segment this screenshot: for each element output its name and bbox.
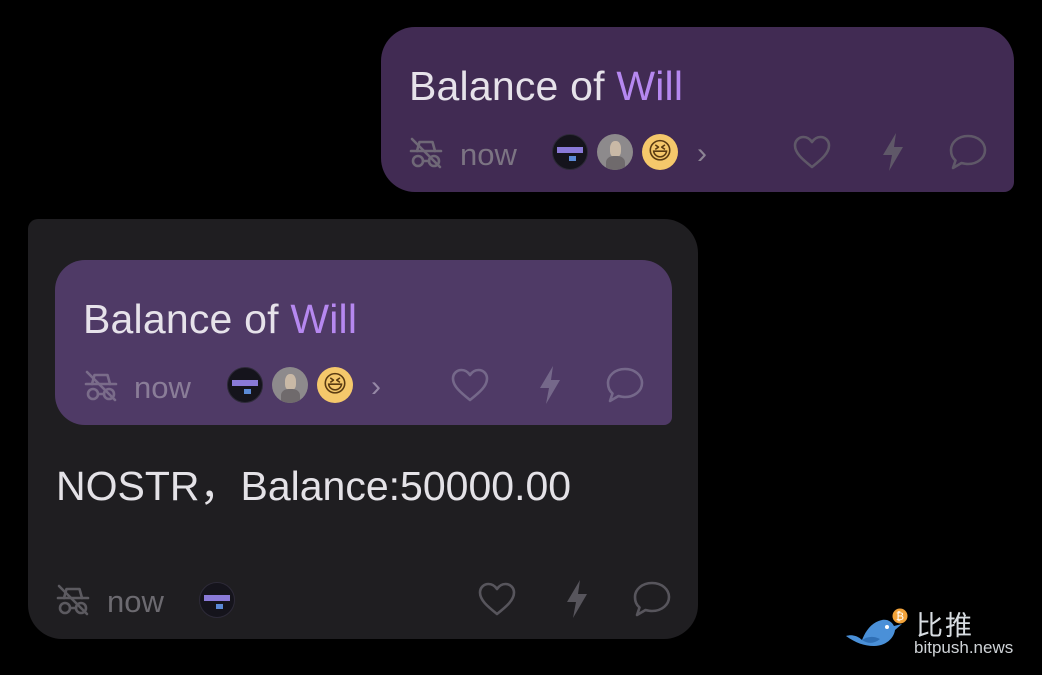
mention-link[interactable]: Will bbox=[616, 63, 683, 109]
message-body-text: NOSTR，Balance:50000.00 bbox=[56, 463, 572, 509]
bitpush-watermark: ₿ 比推 bitpush.news bbox=[842, 604, 1032, 664]
chat-bubble-icon[interactable] bbox=[631, 578, 673, 620]
chat-bubble-icon[interactable] bbox=[604, 364, 646, 406]
message-time: now bbox=[107, 584, 164, 619]
dark-banner-avatar[interactable] bbox=[199, 582, 235, 618]
reaction-avatars[interactable]: 😆 bbox=[552, 134, 687, 170]
reaction-avatars[interactable] bbox=[199, 582, 244, 618]
watermark-url: bitpush.news bbox=[914, 638, 1014, 657]
chevron-right-icon[interactable]: › bbox=[697, 139, 707, 169]
laughing-emoji-avatar[interactable]: 😆 bbox=[642, 134, 678, 170]
coin-symbol: ₿ bbox=[896, 610, 904, 623]
chevron-right-icon[interactable]: › bbox=[371, 372, 381, 402]
lightning-icon[interactable] bbox=[556, 578, 598, 620]
message-text-prefix: Balance of bbox=[409, 63, 617, 109]
outgoing-message-bubble[interactable]: Balance of Will now 😆 › bbox=[381, 27, 1014, 192]
laughing-emoji-avatar[interactable]: 😆 bbox=[317, 367, 353, 403]
incognito-off-icon bbox=[83, 368, 119, 404]
lightning-icon[interactable] bbox=[872, 131, 914, 173]
heart-icon[interactable] bbox=[449, 364, 491, 406]
quoted-message[interactable]: Balance of Will now 😆 › bbox=[55, 260, 672, 425]
incoming-message-bubble[interactable]: Balance of Will now 😆 › NOSTR，Balance:50… bbox=[28, 219, 698, 639]
message-time: now bbox=[460, 137, 517, 172]
dark-banner-avatar[interactable] bbox=[227, 367, 263, 403]
grey-figure-avatar[interactable] bbox=[597, 134, 633, 170]
lightning-icon[interactable] bbox=[529, 364, 571, 406]
heart-icon[interactable] bbox=[476, 578, 518, 620]
quoted-mention-link[interactable]: Will bbox=[290, 296, 357, 342]
incognito-off-icon bbox=[55, 582, 91, 618]
dark-banner-avatar[interactable] bbox=[552, 134, 588, 170]
heart-icon[interactable] bbox=[791, 131, 833, 173]
quoted-reaction-avatars[interactable]: 😆 bbox=[227, 367, 362, 403]
bitpush-logo-icon: ₿ bbox=[846, 608, 908, 646]
grey-figure-avatar[interactable] bbox=[272, 367, 308, 403]
quoted-message-text: Balance of Will bbox=[83, 296, 357, 343]
incognito-off-icon bbox=[408, 135, 444, 171]
chat-bubble-icon[interactable] bbox=[947, 131, 989, 173]
message-text: Balance of Will bbox=[409, 63, 683, 110]
quoted-message-time: now bbox=[134, 370, 191, 405]
quoted-text-prefix: Balance of bbox=[83, 296, 291, 342]
